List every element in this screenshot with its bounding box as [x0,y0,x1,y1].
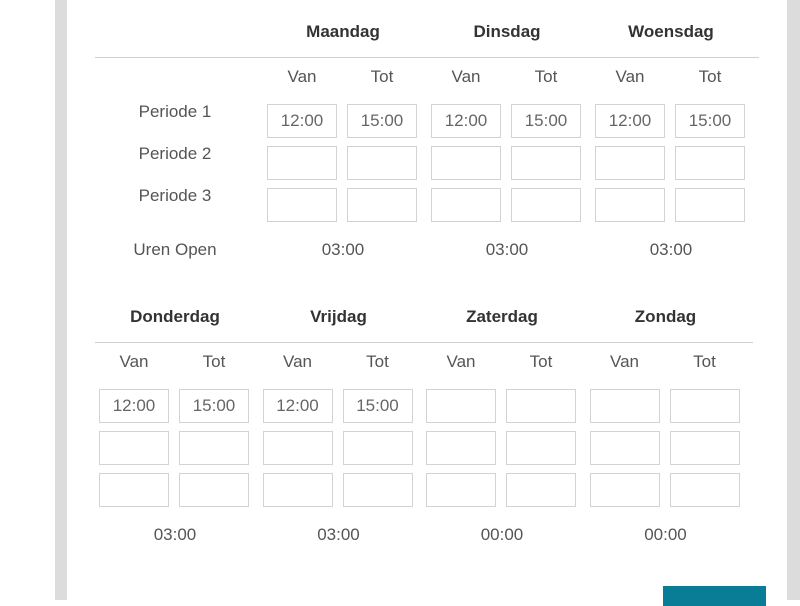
period-label: Periode 1 [138,102,212,121]
van-column-header: Van [451,67,481,86]
van-column-header: Van [287,67,317,86]
tot-column-header: Tot [370,67,394,86]
maandag-period-2-tot-input[interactable] [347,146,417,180]
day-header-zondag: Zondag [634,307,697,326]
dinsdag-total-hours: 03:00 [485,240,529,259]
van-column-header: Van [119,352,149,371]
zaterdag-period-2-van-input[interactable] [426,431,496,465]
maandag-period-1-tot-input[interactable] [347,104,417,138]
vrijdag-period-3-tot-input[interactable] [342,473,413,507]
maandag-total-hours: 03:00 [321,240,365,259]
period-label: Periode 3 [138,186,212,205]
day-header-vrijdag: Vrijdag [310,307,367,326]
donderdag-period-1-van-input[interactable] [99,389,169,423]
tot-column-header: Tot [693,352,716,371]
maandag-period-2-van-input[interactable] [267,146,337,180]
donderdag-period-3-tot-input[interactable] [179,473,249,507]
maandag-period-3-van-input[interactable] [267,188,337,222]
dinsdag-period-1-van-input[interactable] [431,104,501,138]
zondag-period-1-van-input[interactable] [589,389,660,423]
donderdag-period-1-tot-input[interactable] [179,389,249,423]
vrijdag-period-2-van-input[interactable] [262,431,333,465]
van-column-header: Van [610,352,639,371]
zaterdag-period-2-tot-input[interactable] [506,431,576,465]
maandag-period-1-van-input[interactable] [267,104,337,138]
zondag-period-2-tot-input[interactable] [669,431,740,465]
maandag-period-3-tot-input[interactable] [347,188,417,222]
zondag-period-3-tot-input[interactable] [669,473,740,507]
vrijdag-period-3-van-input[interactable] [262,473,333,507]
vrijdag-period-2-tot-input[interactable] [342,431,413,465]
zondag-period-2-van-input[interactable] [589,431,660,465]
dinsdag-period-2-van-input[interactable] [431,146,501,180]
woensdag-period-2-tot-input[interactable] [675,146,745,180]
donderdag-period-2-tot-input[interactable] [179,431,249,465]
zondag-total-hours: 00:00 [644,525,687,544]
vrijdag-period-1-van-input[interactable] [262,389,333,423]
vrijdag-period-1-tot-input[interactable] [342,389,413,423]
van-column-header: Van [615,67,645,86]
tot-column-header: Tot [698,67,722,86]
woensdag-period-3-tot-input[interactable] [675,188,745,222]
day-header-maandag: Maandag [306,22,380,41]
zaterdag-period-3-tot-input[interactable] [506,473,576,507]
zaterdag-total-hours: 00:00 [480,525,524,544]
left-gutter [55,0,67,600]
zaterdag-period-1-tot-input[interactable] [506,389,576,423]
day-header-donderdag: Donderdag [130,307,220,326]
dinsdag-period-2-tot-input[interactable] [511,146,581,180]
donderdag-total-hours: 03:00 [153,525,197,544]
header-divider [95,342,753,343]
right-scrollbar-track[interactable] [787,0,800,600]
woensdag-period-2-van-input[interactable] [595,146,665,180]
zondag-period-1-tot-input[interactable] [669,389,740,423]
day-header-woensdag: Woensdag [628,22,714,41]
tot-column-header: Tot [366,352,389,371]
zaterdag-period-1-van-input[interactable] [426,389,496,423]
woensdag-total-hours: 03:00 [649,240,693,259]
period-label: Periode 2 [138,144,212,163]
header-divider [95,57,759,58]
donderdag-period-3-van-input[interactable] [99,473,169,507]
woensdag-period-1-van-input[interactable] [595,104,665,138]
donderdag-period-2-van-input[interactable] [99,431,169,465]
zondag-period-3-van-input[interactable] [589,473,660,507]
dinsdag-period-1-tot-input[interactable] [511,104,581,138]
tot-column-header: Tot [202,352,226,371]
van-column-header: Van [283,352,312,371]
day-header-zaterdag: Zaterdag [466,307,538,326]
day-header-dinsdag: Dinsdag [473,22,541,41]
tot-column-header: Tot [534,67,558,86]
woensdag-period-1-tot-input[interactable] [675,104,745,138]
dinsdag-period-3-van-input[interactable] [431,188,501,222]
save-button[interactable] [663,586,766,606]
dinsdag-period-3-tot-input[interactable] [511,188,581,222]
total-hours-label: Uren Open [133,240,217,259]
van-column-header: Van [446,352,476,371]
vrijdag-total-hours: 03:00 [317,525,360,544]
woensdag-period-3-van-input[interactable] [595,188,665,222]
zaterdag-period-3-van-input[interactable] [426,473,496,507]
tot-column-header: Tot [529,352,553,371]
